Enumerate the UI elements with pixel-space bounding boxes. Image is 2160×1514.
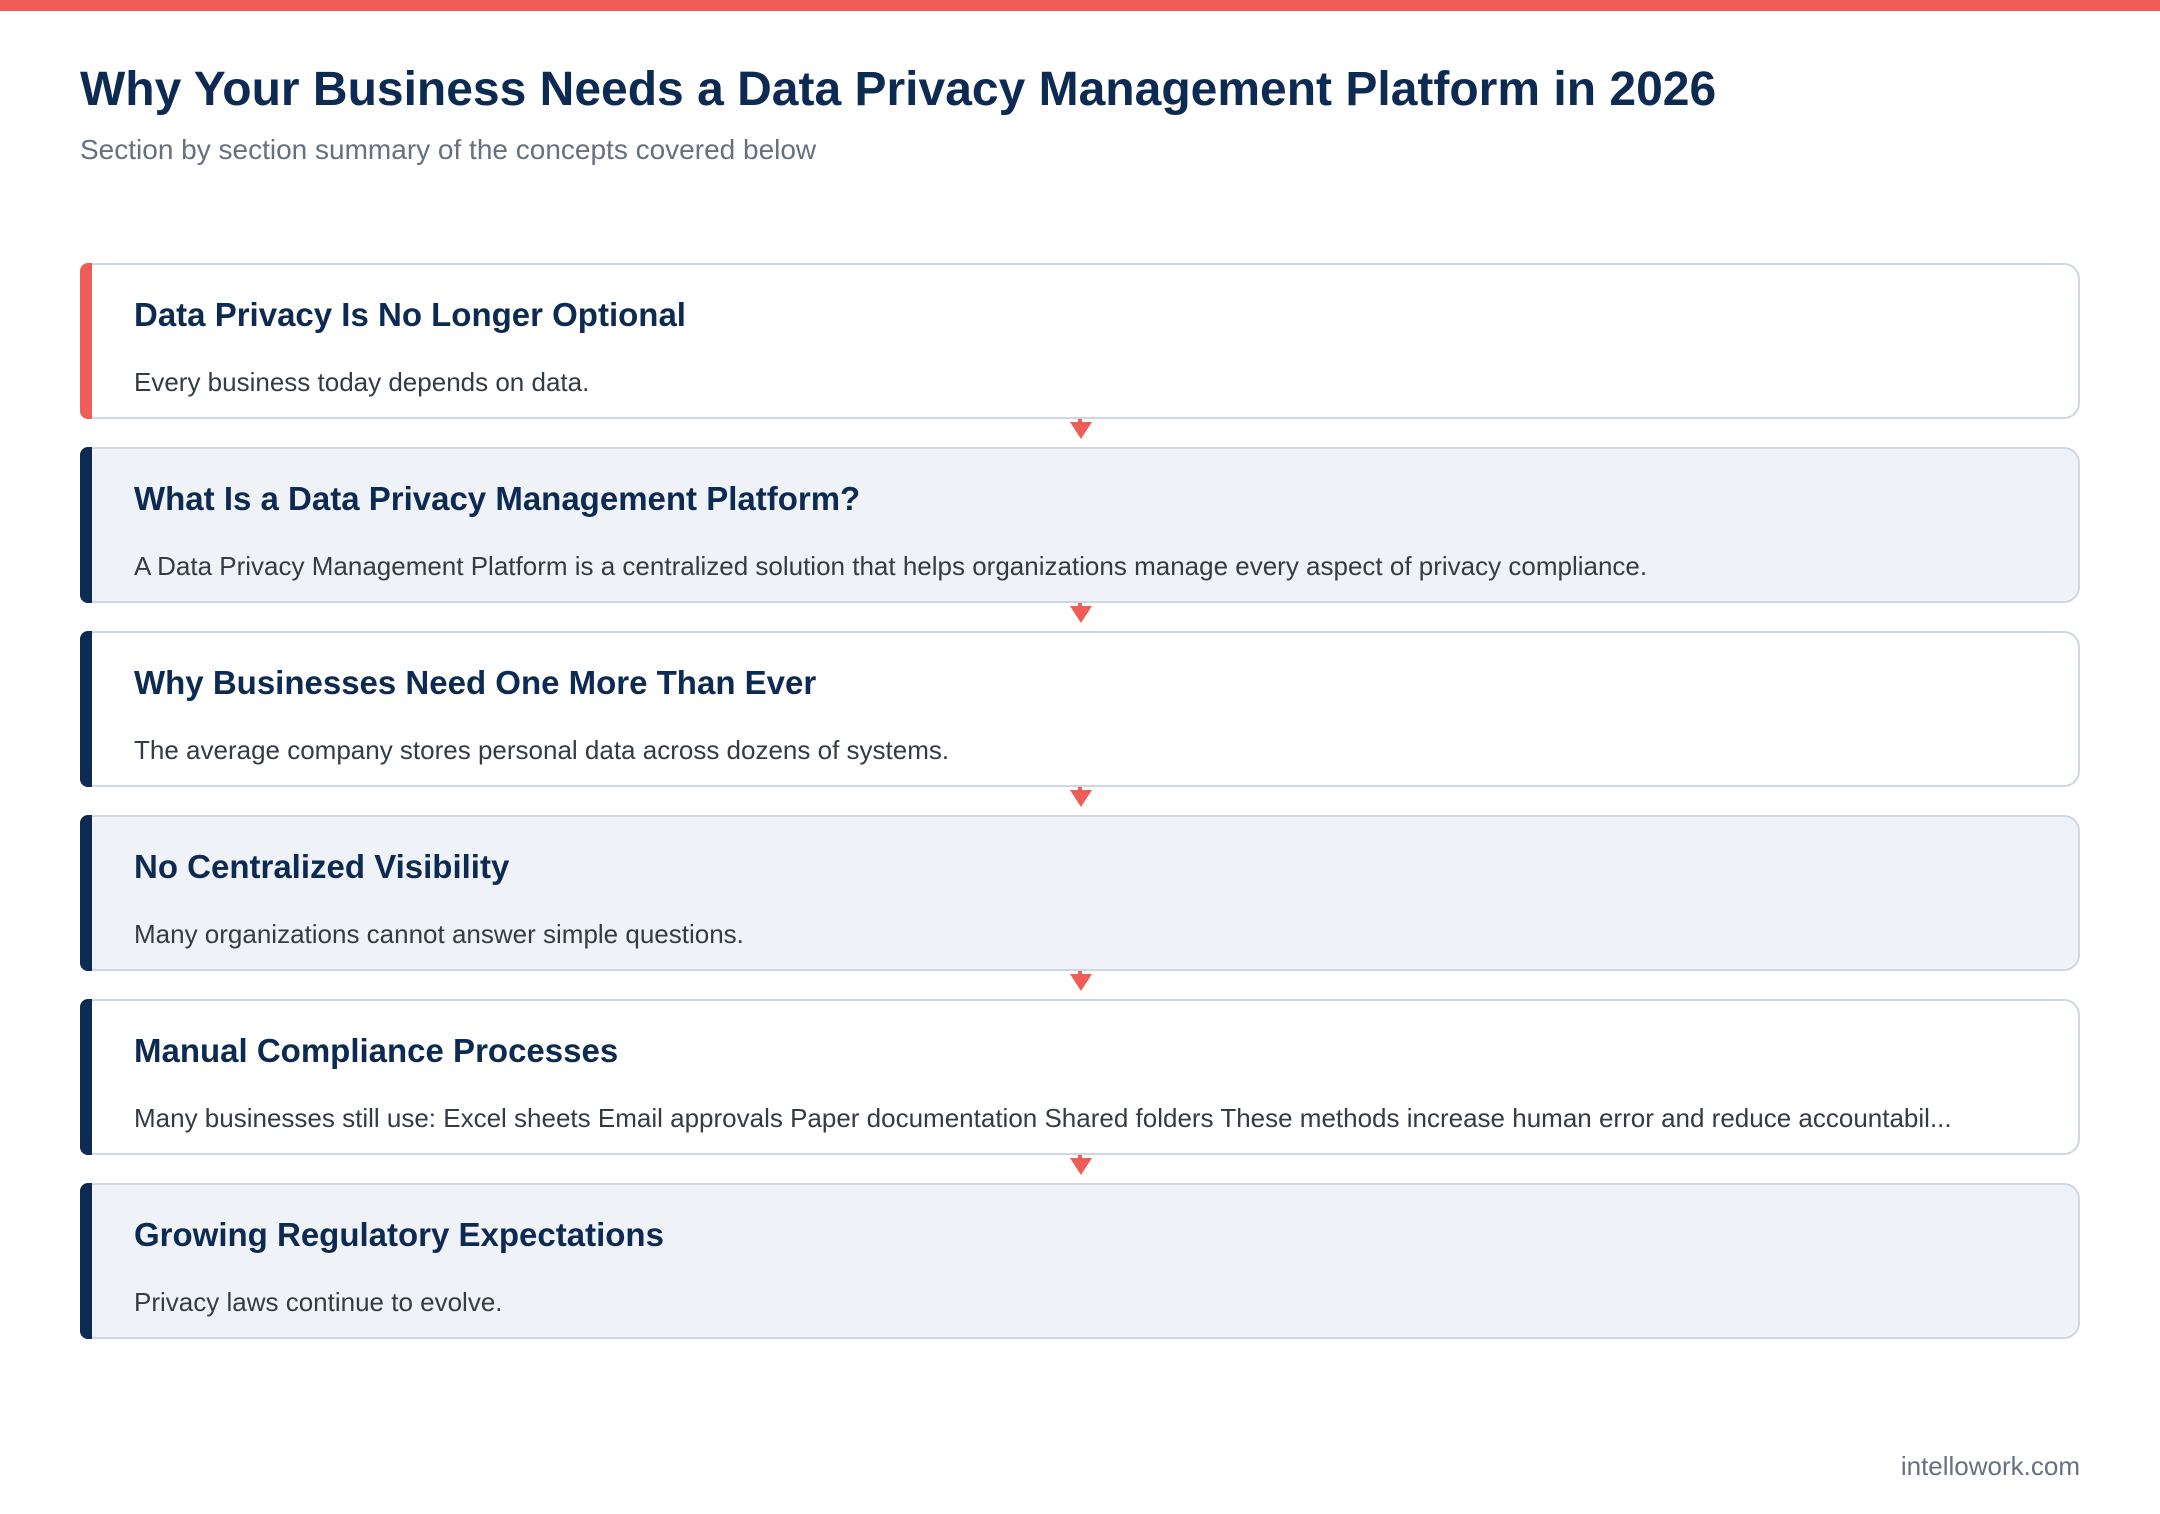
page-subtitle: Section by section summary of the concep… [80, 134, 817, 165]
section-summary: Many businesses still use: Excel sheets … [134, 1103, 1952, 1133]
section-summary: Many organizations cannot answer simple … [134, 919, 744, 949]
arrow-down-icon [1070, 974, 1092, 991]
section-title: Growing Regulatory Expectations [134, 1216, 664, 1253]
section-timeline: Data Privacy Is No Longer Optional Every… [80, 263, 2080, 1339]
section-title: Manual Compliance Processes [134, 1032, 619, 1069]
section-card: Manual Compliance Processes Many busines… [80, 999, 2080, 1155]
arrow-down-icon [1070, 790, 1092, 807]
section-card: No Centralized Visibility Many organizat… [80, 815, 2080, 971]
section-title: Why Businesses Need One More Than Ever [134, 664, 817, 701]
section-title: No Centralized Visibility [134, 848, 510, 885]
down-arrow-connector [80, 603, 2080, 631]
section-summary: A Data Privacy Management Platform is a … [134, 551, 1648, 581]
section-title: What Is a Data Privacy Management Platfo… [134, 480, 861, 517]
card-accent-bar [80, 263, 92, 419]
section-summary: Every business today depends on data. [134, 367, 590, 397]
section-title: Data Privacy Is No Longer Optional [134, 296, 686, 333]
down-arrow-connector [80, 971, 2080, 999]
arrow-down-icon [1070, 422, 1092, 439]
section-summary: The average company stores personal data… [134, 735, 950, 765]
arrow-down-icon [1070, 606, 1092, 623]
section-card: Growing Regulatory Expectations Privacy … [80, 1183, 2080, 1339]
down-arrow-connector [80, 787, 2080, 815]
down-arrow-connector [80, 419, 2080, 447]
section-card: Data Privacy Is No Longer Optional Every… [80, 263, 2080, 419]
arrow-down-icon [1070, 1158, 1092, 1175]
card-accent-bar [80, 447, 92, 603]
site-credit: intellowork.com [1900, 1451, 2080, 1481]
card-accent-bar [80, 815, 92, 971]
card-accent-bar [80, 999, 92, 1155]
card-accent-bar [80, 1183, 92, 1339]
card-accent-bar [80, 631, 92, 787]
page-title: Why Your Business Needs a Data Privacy M… [80, 63, 1717, 116]
section-card: Why Businesses Need One More Than Ever T… [80, 631, 2080, 787]
section-summary: Privacy laws continue to evolve. [134, 1287, 503, 1317]
top-accent-bar [0, 0, 2160, 11]
down-arrow-connector [80, 1155, 2080, 1183]
section-card: What Is a Data Privacy Management Platfo… [80, 447, 2080, 603]
